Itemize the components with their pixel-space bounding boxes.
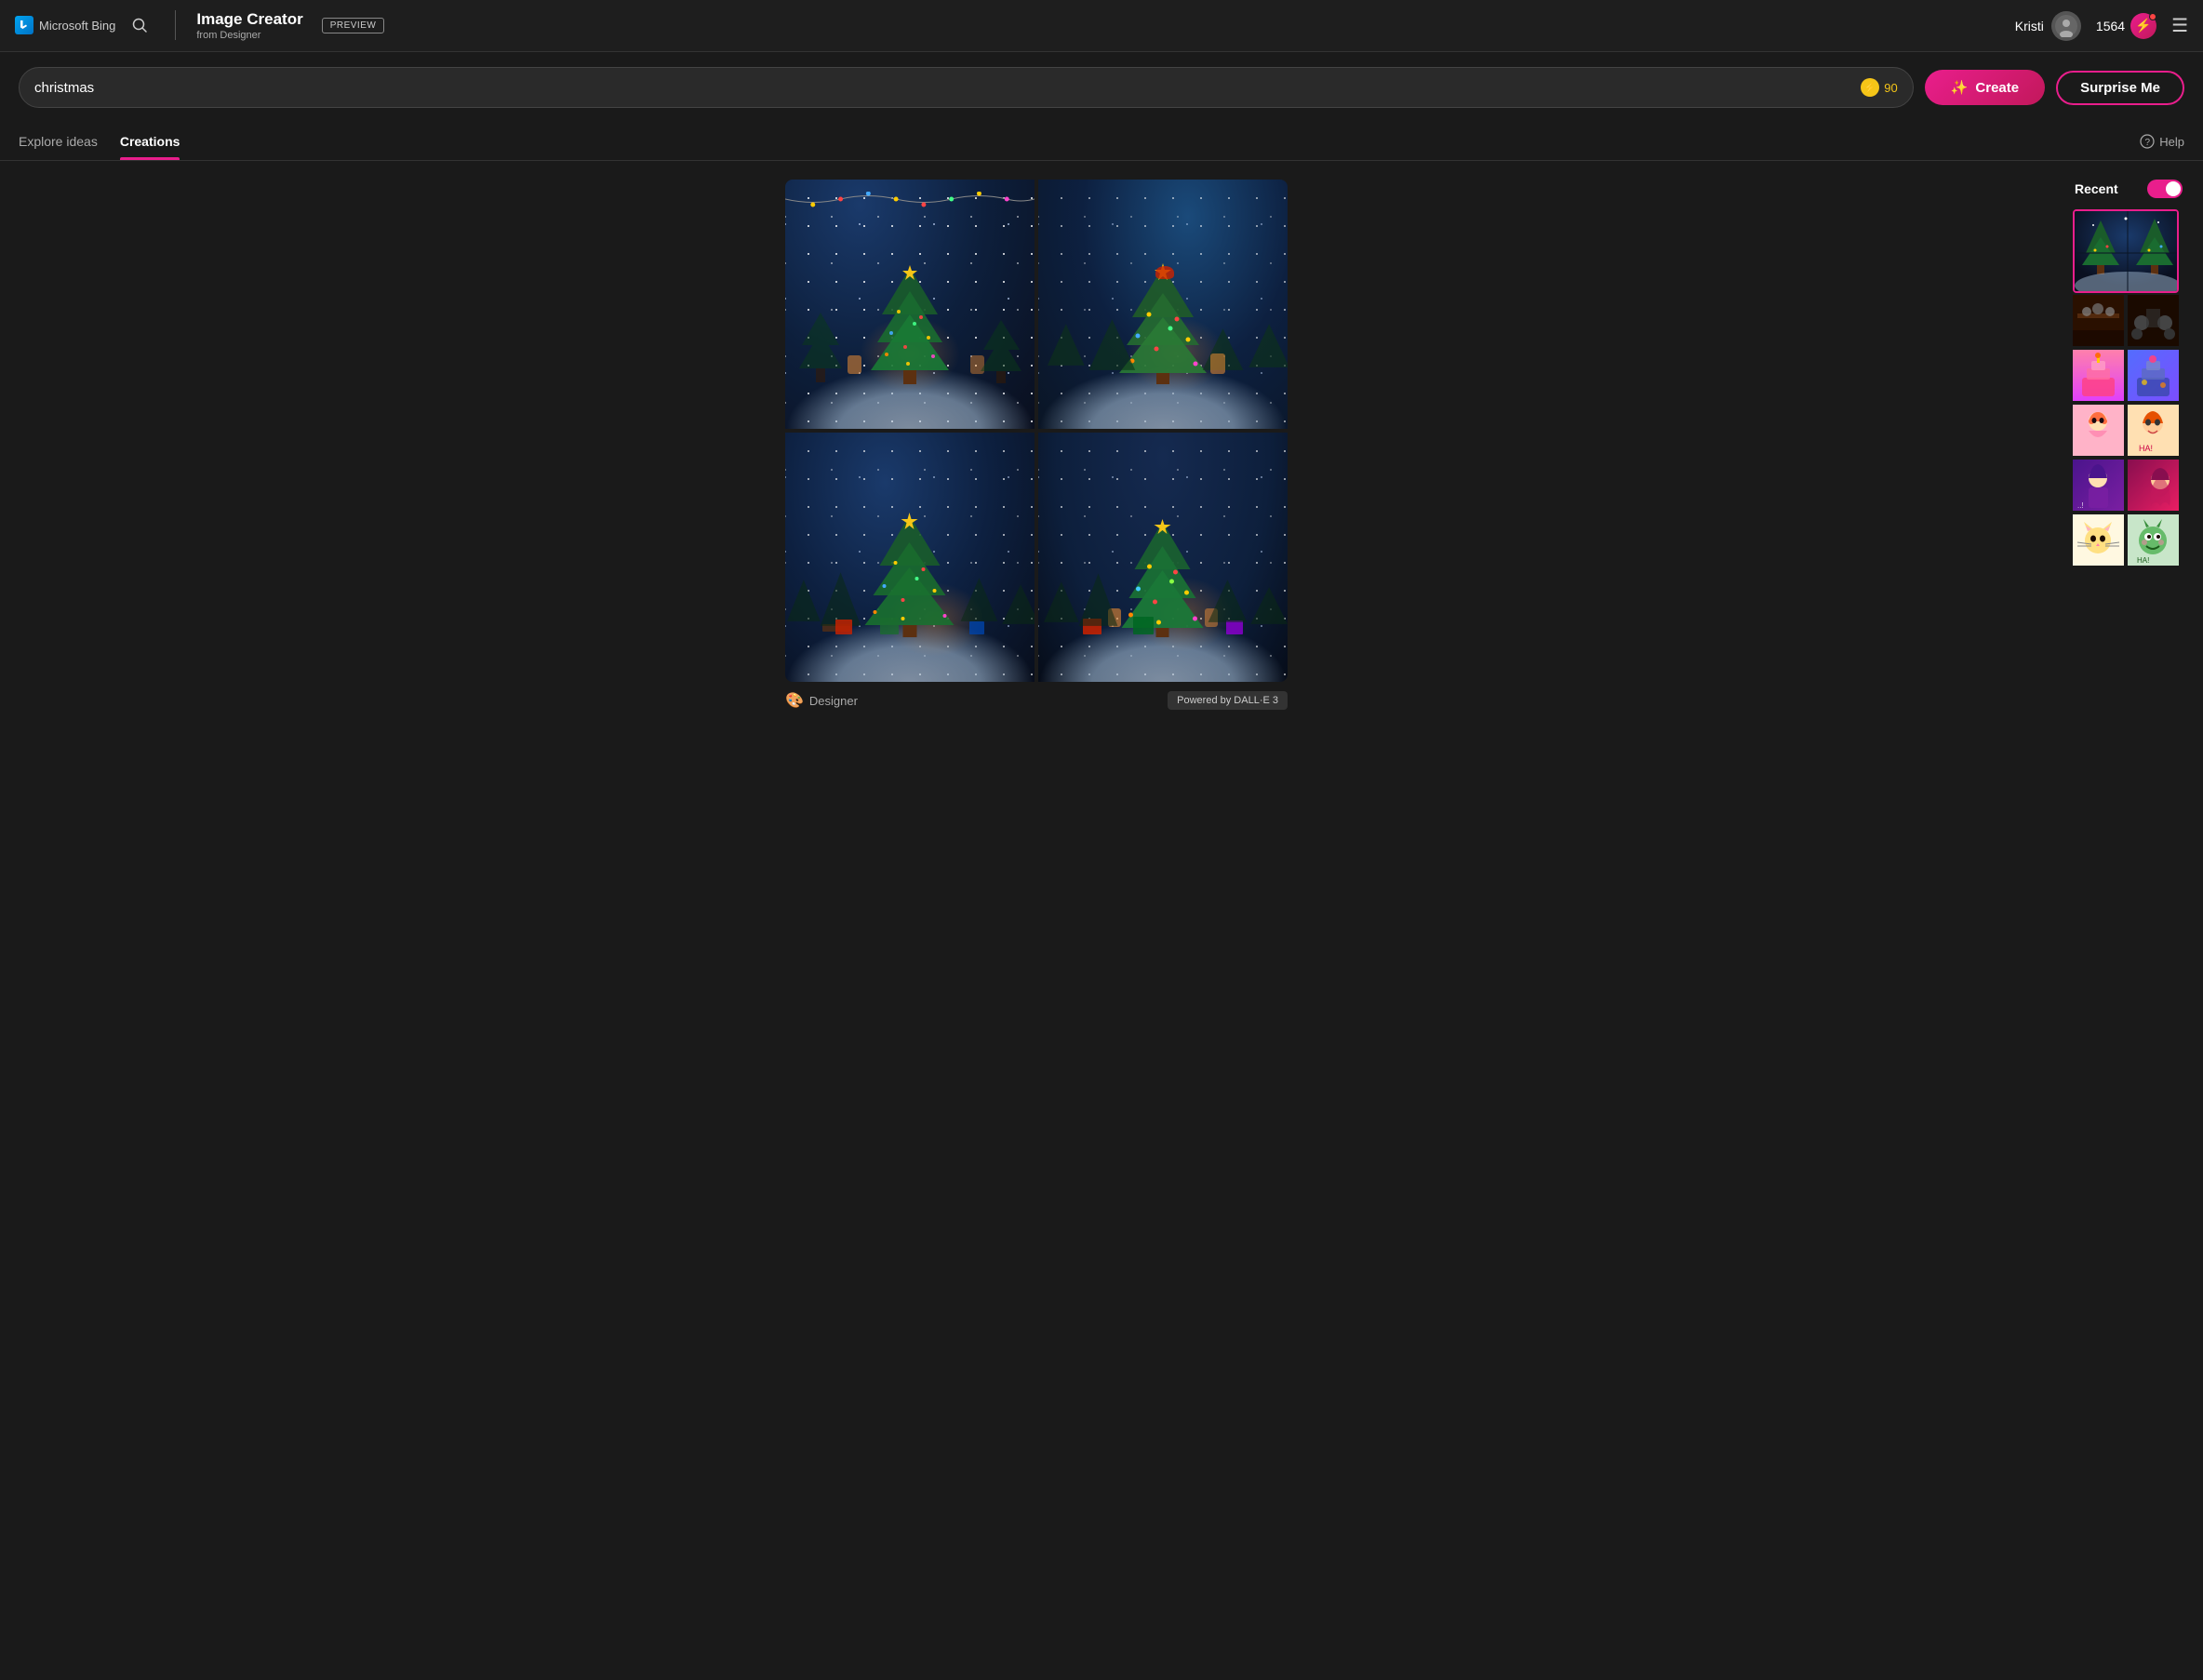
sidebar-thumbnail-dining-1[interactable] [2073,295,2124,346]
dalle-badge: Powered by DALL·E 3 [1168,691,1288,710]
app-subtitle: from Designer [196,30,302,41]
bg-tree-1a [797,308,844,392]
thumb-girl-svg [2128,460,2179,511]
generated-image-1[interactable] [785,180,1035,429]
sidebar-thumbnail-dining-2[interactable] [2128,295,2179,346]
app-title-block: Image Creator from Designer [196,10,302,40]
thumb-cake-svg-1 [2073,350,2124,401]
tabs-bar: Explore ideas Creations ? Help [0,123,2203,161]
boost-icon: ⚡ [1861,78,1879,97]
thumb-anime-svg-1 [2073,405,2124,456]
thumb-monster-svg: HA! [2128,514,2179,566]
header-divider [175,10,176,40]
bing-text: Microsoft Bing [39,19,115,33]
generated-image-4[interactable] [1038,433,1288,682]
designer-icon: 🎨 [785,691,804,710]
tab-creations[interactable]: Creations [120,123,180,160]
designer-text: Designer [809,694,858,708]
sidebar-thumbnail-monster[interactable]: HA! [2128,514,2179,566]
bg-forest-2 [1038,319,1288,393]
notification-dot [2149,13,2156,20]
credits-count: 1564 [2096,19,2125,33]
svg-text:..!: ..! [2077,501,2084,510]
thumb-dining-svg-2 [2128,295,2179,346]
tab-explore[interactable]: Explore ideas [19,123,98,160]
sidebar-row-purple: ..! [2073,460,2184,511]
surprise-label: Surprise Me [2080,80,2160,96]
bow-2 [1155,266,1174,279]
sidebar-row-cat: HA! [2073,514,2184,566]
preview-badge: PREVIEW [322,18,385,33]
search-bar-wrapper: ⚡ 90 ✨ Create Surprise Me [0,52,2203,123]
thumb-anime-svg-2: HA! [2128,405,2179,456]
sidebar-row-anime: HA! [2073,405,2184,456]
surprise-button[interactable]: Surprise Me [2056,71,2184,105]
sidebar-row-cake [2073,350,2184,401]
app-header: Microsoft Bing Image Creator from Design… [0,0,2203,52]
create-label: Create [1975,80,2019,96]
bing-logo[interactable]: Microsoft Bing [15,16,115,34]
help-icon: ? [2140,134,2155,149]
user-block[interactable]: Kristi [2015,11,2081,41]
create-button[interactable]: ✨ Create [1925,70,2045,105]
sidebar-thumbnail-cake-1[interactable] [2073,350,2124,401]
boost-badge[interactable]: ⚡ 90 [1861,78,1897,97]
designer-label: 🎨 Designer [785,691,858,710]
menu-icon[interactable]: ☰ [2171,14,2188,37]
sidebar-header: Recent [2073,180,2184,198]
header-left: Microsoft Bing Image Creator from Design… [15,10,384,40]
generated-image-2[interactable] [1038,180,1288,429]
lantern-3 [1210,353,1225,374]
credits-icon[interactable]: ⚡ [2130,13,2156,39]
image-footer: 🎨 Designer Powered by DALL·E 3 [785,682,1288,719]
sidebar-thumbnail-cat[interactable] [2073,514,2124,566]
tabs-left: Explore ideas Creations [19,123,180,160]
sidebar-thumbnail-cake-2[interactable] [2128,350,2179,401]
bg-forest-4 [1038,570,1288,647]
header-search-icon[interactable] [125,10,154,40]
string-lights-1 [785,192,1035,210]
toggle-knob [2166,181,2181,196]
generated-image-3[interactable] [785,433,1035,682]
header-right: Kristi 1564 ⚡ ☰ [2015,11,2188,41]
sidebar-thumbnail-anime-1[interactable] [2073,405,2124,456]
sidebar-thumbnail-girl[interactable] [2128,460,2179,511]
credits-block: 1564 ⚡ [2096,13,2156,39]
image-grid [785,180,1288,682]
gift-red-3 [835,620,852,634]
sidebar-row-dining [2073,295,2184,346]
search-input[interactable] [34,80,1861,96]
svg-text:?: ? [2145,138,2151,148]
thumb-cake-svg-2 [2128,350,2179,401]
gift-green-3 [880,618,899,634]
user-avatar[interactable] [2051,11,2081,41]
sidebar-title: Recent [2075,181,2118,196]
svg-text:HA!: HA! [2139,444,2153,453]
images-area: 🎨 Designer Powered by DALL·E 3 [19,180,2054,719]
bg-tree-1b [981,317,1022,392]
sidebar: Recent [2073,180,2184,719]
gift-blue-3 [969,621,984,634]
help-link[interactable]: ? Help [2140,134,2184,149]
bg-forest-3 [785,570,1035,649]
lantern-1 [848,355,861,374]
create-icon: ✨ [1951,79,1969,96]
thumb-dining-svg-1 [2073,295,2124,346]
help-label: Help [2159,135,2184,149]
recent-toggle[interactable] [2147,180,2183,198]
search-input-container: ⚡ 90 [19,67,1914,108]
main-content: 🎨 Designer Powered by DALL·E 3 Recent [0,161,2203,738]
sidebar-thumb-svg-1 [2075,211,2179,293]
app-title: Image Creator [196,10,302,29]
thumb-cat-svg [2073,514,2124,566]
sidebar-thumbnail-current[interactable] [2073,209,2179,293]
sidebar-thumbnail-purple[interactable]: ..! [2073,460,2124,511]
tree-svg-1 [863,263,956,384]
boost-count: 90 [1884,81,1897,95]
svg-text:HA!: HA! [2137,556,2149,565]
thumb-purple-svg: ..! [2073,460,2124,511]
sidebar-thumbnail-anime-2[interactable]: HA! [2128,405,2179,456]
bing-logo-icon [15,16,33,34]
user-name: Kristi [2015,19,2044,33]
